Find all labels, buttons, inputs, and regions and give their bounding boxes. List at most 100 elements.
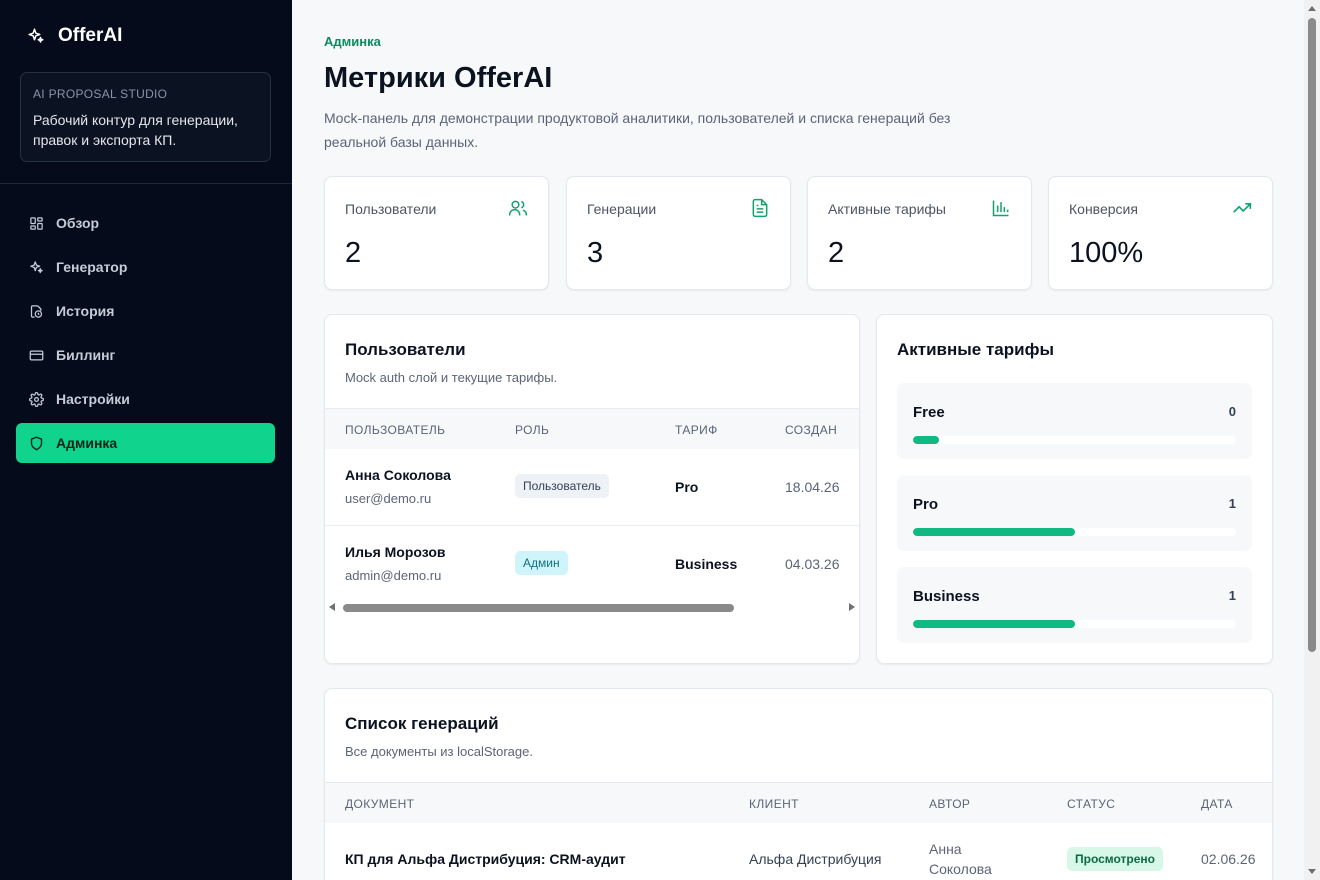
document-icon bbox=[750, 198, 770, 218]
studio-kicker: AI PROPOSAL STUDIO bbox=[33, 87, 168, 101]
column-header: АВТОР bbox=[929, 797, 971, 811]
scroll-up-icon[interactable] bbox=[1308, 6, 1316, 11]
sidebar: OfferAI AI PROPOSAL STUDIO Рабочий конту… bbox=[0, 0, 292, 880]
sidebar-item-billing[interactable]: Биллинг bbox=[16, 335, 275, 375]
page-scrollbar[interactable] bbox=[1304, 0, 1320, 880]
stat-card-generations: Генерации 3 bbox=[566, 176, 791, 290]
scrollbar-thumb[interactable] bbox=[343, 604, 734, 612]
scrollbar-thumb[interactable] bbox=[1308, 18, 1316, 652]
generation-date: 02.06.26 bbox=[1201, 851, 1256, 867]
plan-progress-track bbox=[913, 436, 1236, 444]
role-badge: Админ bbox=[515, 551, 568, 575]
plan-count: 0 bbox=[1228, 404, 1236, 419]
scroll-right-icon[interactable] bbox=[849, 603, 855, 611]
scroll-left-icon[interactable] bbox=[329, 603, 335, 611]
sidebar-item-label: История bbox=[56, 303, 115, 319]
sidebar-item-overview[interactable]: Обзор bbox=[16, 203, 275, 243]
table-row[interactable]: КП для Альфа Дистрибуция: CRM-аудит Альф… bbox=[325, 823, 1272, 880]
plan-count: 1 bbox=[1228, 588, 1236, 603]
plan-item-free: Free 0 bbox=[897, 383, 1252, 459]
sidebar-item-admin[interactable]: Админка bbox=[16, 423, 275, 463]
users-table-scrollbar[interactable] bbox=[325, 599, 859, 615]
plan-count: 1 bbox=[1228, 496, 1236, 511]
author-first-name: Анна bbox=[929, 841, 962, 857]
stat-value: 100% bbox=[1069, 237, 1144, 269]
client-name: Альфа Дистрибуция bbox=[749, 851, 882, 867]
user-created: 04.03.26 bbox=[785, 556, 840, 572]
user-created: 18.04.26 bbox=[785, 479, 840, 495]
column-header: СТАТУС bbox=[1067, 797, 1116, 811]
column-header: ПОЛЬЗОВАТЕЛЬ bbox=[345, 423, 446, 437]
main-content: Админка Метрики OfferAI Mock-панель для … bbox=[292, 0, 1304, 880]
sidebar-item-label: Биллинг bbox=[56, 347, 116, 363]
generations-card-subtitle: Все документы из localStorage. bbox=[345, 744, 533, 759]
stat-card-conversion: Конверсия 100% bbox=[1048, 176, 1273, 290]
plans-card: Активные тарифы Free 0 Pro 1 Business 1 bbox=[876, 314, 1273, 664]
sidebar-item-settings[interactable]: Настройки bbox=[16, 379, 275, 419]
users-table-header: ПОЛЬЗОВАТЕЛЬ РОЛЬ ТАРИФ СОЗДАН bbox=[325, 408, 859, 449]
studio-description: Рабочий контур для генерации, правок и э… bbox=[33, 112, 238, 148]
sidebar-item-label: Настройки bbox=[56, 391, 130, 407]
generations-card-title: Список генераций bbox=[345, 714, 499, 733]
scroll-down-icon[interactable] bbox=[1308, 869, 1316, 874]
sparkles-icon bbox=[28, 259, 44, 275]
generations-card: Список генераций Все документы из localS… bbox=[324, 688, 1273, 880]
stat-label: Пользователи bbox=[345, 201, 437, 217]
stat-label: Генерации bbox=[587, 201, 657, 217]
plan-item-business: Business 1 bbox=[897, 567, 1252, 643]
sidebar-item-label: Генератор bbox=[56, 259, 128, 275]
generations-table-header: ДОКУМЕНТ КЛИЕНТ АВТОР СТАТУС ДАТА bbox=[325, 782, 1272, 823]
plans-card-title: Активные тарифы bbox=[897, 340, 1054, 359]
history-icon bbox=[28, 303, 44, 319]
brand[interactable]: OfferAI bbox=[26, 25, 122, 47]
user-name: Илья Морозов bbox=[345, 544, 446, 560]
plan-progress-fill bbox=[913, 528, 1075, 536]
user-plan: Pro bbox=[675, 479, 699, 495]
column-header: ДАТА bbox=[1201, 797, 1233, 811]
gear-icon bbox=[28, 391, 44, 407]
stat-label: Конверсия bbox=[1069, 201, 1138, 217]
studio-card: AI PROPOSAL STUDIO Рабочий контур для ге… bbox=[20, 72, 271, 162]
sidebar-item-label: Админка bbox=[56, 435, 118, 451]
sidebar-item-generator[interactable]: Генератор bbox=[16, 247, 275, 287]
plan-name: Free bbox=[913, 404, 945, 421]
plan-item-pro: Pro 1 bbox=[897, 475, 1252, 551]
stat-label: Активные тарифы bbox=[828, 201, 946, 217]
author-last-name: Соколова bbox=[929, 861, 992, 877]
role-badge: Пользователь bbox=[515, 474, 609, 498]
status-badge: Просмотрено bbox=[1067, 847, 1164, 871]
column-header: СОЗДАН bbox=[785, 423, 838, 437]
sidebar-item-history[interactable]: История bbox=[16, 291, 275, 331]
grid-icon bbox=[28, 215, 44, 231]
sparkles-icon bbox=[26, 26, 46, 46]
user-email: admin@demo.ru bbox=[345, 568, 442, 583]
plan-progress-track bbox=[913, 528, 1236, 536]
sidebar-item-label: Обзор bbox=[56, 215, 100, 231]
users-card: Пользователи Mock auth слой и текущие та… bbox=[324, 314, 860, 664]
table-row[interactable]: Анна Соколова user@demo.ru Пользователь … bbox=[325, 449, 859, 526]
table-row[interactable]: Илья Морозов admin@demo.ru Админ Busines… bbox=[325, 525, 859, 602]
stat-value: 3 bbox=[587, 237, 604, 269]
shield-icon bbox=[28, 435, 44, 451]
stat-card-users: Пользователи 2 bbox=[324, 176, 549, 290]
user-plan: Business bbox=[675, 556, 738, 572]
users-icon bbox=[508, 198, 528, 218]
stat-card-active-plans: Активные тарифы 2 bbox=[807, 176, 1032, 290]
user-name: Анна Соколова bbox=[345, 467, 451, 483]
column-header: ТАРИФ bbox=[675, 423, 718, 437]
stat-value: 2 bbox=[828, 237, 845, 269]
user-email: user@demo.ru bbox=[345, 491, 432, 506]
column-header: КЛИЕНТ bbox=[749, 797, 799, 811]
stat-value: 2 bbox=[345, 237, 362, 269]
document-title[interactable]: КП для Альфа Дистрибуция: CRM-аудит bbox=[345, 851, 626, 867]
sidebar-divider bbox=[0, 183, 292, 184]
app-name: OfferAI bbox=[58, 25, 123, 46]
plan-name: Business bbox=[913, 588, 980, 605]
breadcrumb[interactable]: Админка bbox=[324, 34, 381, 49]
trending-up-icon bbox=[1232, 198, 1252, 218]
page-description: Mock-панель для демонстрации продуктовой… bbox=[324, 110, 951, 150]
credit-card-icon bbox=[28, 347, 44, 363]
page-title: Метрики OfferAI bbox=[324, 62, 553, 94]
users-card-subtitle: Mock auth слой и текущие тарифы. bbox=[345, 370, 558, 385]
users-card-title: Пользователи bbox=[345, 340, 466, 359]
